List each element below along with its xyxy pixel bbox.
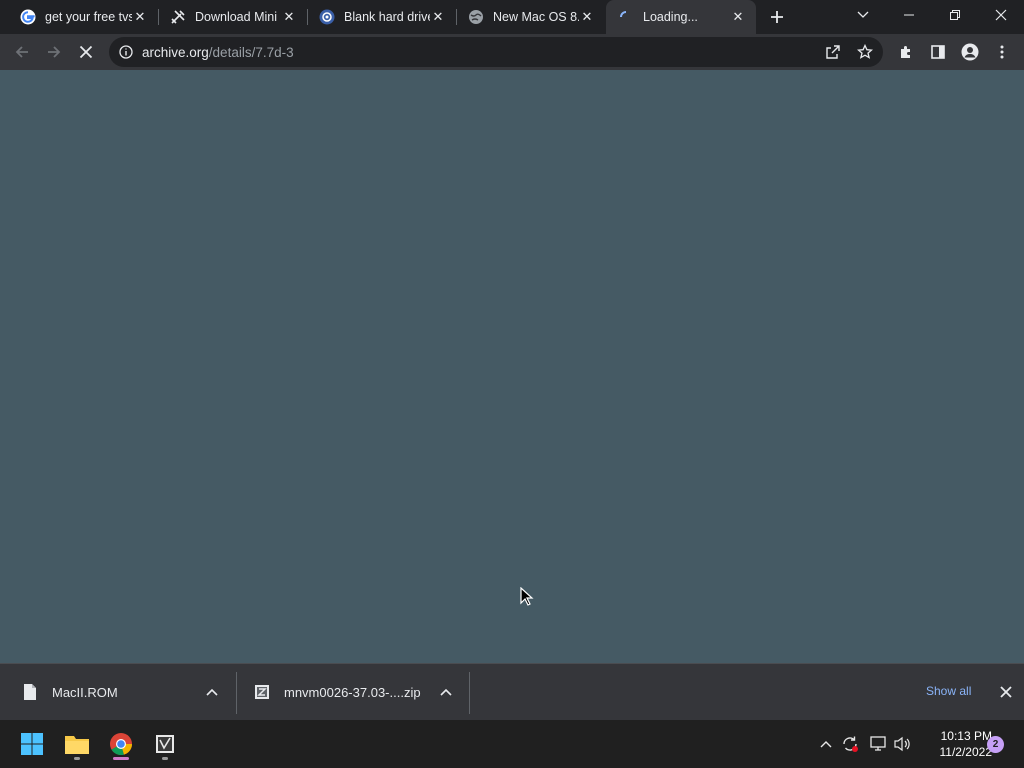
- tab-search-button[interactable]: [840, 0, 886, 30]
- restore-button[interactable]: [932, 0, 978, 30]
- show-all-link[interactable]: Show all: [926, 684, 971, 698]
- volume-button[interactable]: [892, 734, 912, 754]
- google-icon: [20, 9, 36, 25]
- tab-download-mini[interactable]: Download Mini ✕: [158, 0, 307, 34]
- close-icon[interactable]: ✕: [132, 9, 148, 25]
- download-filename: MacII.ROM: [52, 684, 118, 700]
- shelf-separator: [236, 672, 237, 714]
- plus-icon: [771, 11, 783, 23]
- download-filename: mnvm0026-37.03-....zip: [284, 684, 421, 700]
- network-icon: [870, 736, 886, 751]
- chevron-up-icon: [820, 741, 832, 748]
- tab-title: get your free tvs: [45, 10, 132, 24]
- system-clock[interactable]: 10:13 PM 11/2/2022: [912, 728, 993, 760]
- clock-time: 10:13 PM: [940, 729, 992, 743]
- arrow-left-icon: [15, 46, 28, 58]
- url-host: archive.org: [142, 44, 209, 60]
- forward-button[interactable]: [40, 38, 68, 66]
- close-icon[interactable]: ✕: [281, 9, 297, 25]
- speaker-icon: [894, 736, 910, 752]
- extensions-button[interactable]: [892, 38, 920, 66]
- chevron-up-icon[interactable]: [204, 684, 220, 700]
- url-path: /details/7.7d-3: [208, 44, 294, 60]
- close-icon: [79, 45, 93, 59]
- visual-studio-icon: [156, 735, 174, 753]
- tab-title: New Mac OS 8.6: [493, 10, 579, 24]
- side-panel-icon: [931, 45, 945, 59]
- notification-badge[interactable]: 2: [987, 736, 1004, 753]
- browser-window: get your free tvs ✕ Download Mini ✕ Blan…: [0, 0, 1024, 768]
- sync-icon: [843, 736, 858, 752]
- info-icon[interactable]: [119, 45, 133, 59]
- window-close-button[interactable]: [978, 0, 1024, 30]
- chrome-icon: [110, 733, 133, 756]
- puzzle-icon: [901, 46, 910, 58]
- kebab-menu-icon: [1000, 45, 1004, 59]
- close-icon[interactable]: [998, 684, 1014, 700]
- taskbar-file-explorer[interactable]: [59, 726, 95, 762]
- active-indicator: [113, 757, 129, 760]
- restore-icon: [950, 10, 960, 20]
- star-icon[interactable]: [857, 44, 873, 60]
- show-hidden-icons-button[interactable]: [816, 734, 836, 754]
- page-viewport[interactable]: [0, 70, 1024, 663]
- back-button[interactable]: [8, 38, 36, 66]
- avatar-icon: [961, 43, 979, 61]
- tab-title: Loading...: [643, 10, 698, 24]
- sync-status-button[interactable]: [840, 734, 860, 754]
- shelf-separator: [469, 672, 470, 714]
- chevron-down-icon: [857, 11, 869, 18]
- address-bar[interactable]: archive.org/details/7.7d-3: [109, 37, 883, 67]
- close-icon[interactable]: ✕: [430, 9, 446, 25]
- forum-icon: [319, 9, 335, 25]
- taskbar-chrome[interactable]: [103, 726, 139, 762]
- url-text[interactable]: archive.org/details/7.7d-3: [142, 45, 294, 60]
- file-explorer-icon: [65, 736, 89, 754]
- download-item[interactable]: mnvm0026-37.03-....zip: [254, 664, 464, 720]
- tab-strip: get your free tvs ✕ Download Mini ✕ Blan…: [0, 0, 1024, 34]
- clock-date: 11/2/2022: [939, 745, 993, 759]
- loading-spinner-icon: [618, 9, 634, 25]
- start-button[interactable]: [14, 726, 50, 762]
- download-item[interactable]: MacII.ROM: [22, 664, 232, 720]
- tab-title: Download Mini: [195, 10, 277, 24]
- profile-button[interactable]: [956, 38, 984, 66]
- windows-taskbar: 10:13 PM 11/2/2022 2: [0, 720, 1024, 768]
- tab-title: Blank hard drive: [344, 10, 430, 24]
- file-icon: [24, 684, 36, 700]
- mouse-cursor-icon: [520, 587, 534, 606]
- taskbar-visual-studio[interactable]: [147, 726, 183, 762]
- network-button[interactable]: [868, 734, 888, 754]
- download-shelf: MacII.ROM mnvm0026-37.03-....zip Show al…: [0, 663, 1024, 720]
- minimize-icon: [904, 14, 914, 16]
- share-icon[interactable]: [825, 44, 841, 60]
- tab-new-mac-os[interactable]: New Mac OS 8.6 ✕: [456, 0, 605, 34]
- arrow-right-icon: [48, 46, 61, 58]
- tab-blank-hard-drive[interactable]: Blank hard drive ✕: [307, 0, 456, 34]
- minimize-button[interactable]: [886, 0, 932, 30]
- stop-button[interactable]: [72, 38, 100, 66]
- globe-icon: [468, 9, 484, 25]
- close-icon[interactable]: ✕: [730, 9, 746, 25]
- windows-start-icon: [21, 733, 43, 755]
- running-indicator: [162, 757, 168, 760]
- menu-button[interactable]: [988, 38, 1016, 66]
- zip-file-icon: [255, 685, 269, 699]
- chevron-up-icon[interactable]: [438, 684, 454, 700]
- close-icon[interactable]: ✕: [579, 9, 595, 25]
- close-icon: [995, 9, 1007, 21]
- running-indicator: [74, 757, 80, 760]
- tab-loading[interactable]: Loading... ✕: [606, 0, 756, 34]
- tab-google-search[interactable]: get your free tvs ✕: [8, 0, 158, 34]
- side-panel-button[interactable]: [924, 38, 952, 66]
- tools-icon: [170, 9, 186, 25]
- new-tab-button[interactable]: [765, 5, 789, 29]
- browser-toolbar: archive.org/details/7.7d-3: [0, 34, 1024, 70]
